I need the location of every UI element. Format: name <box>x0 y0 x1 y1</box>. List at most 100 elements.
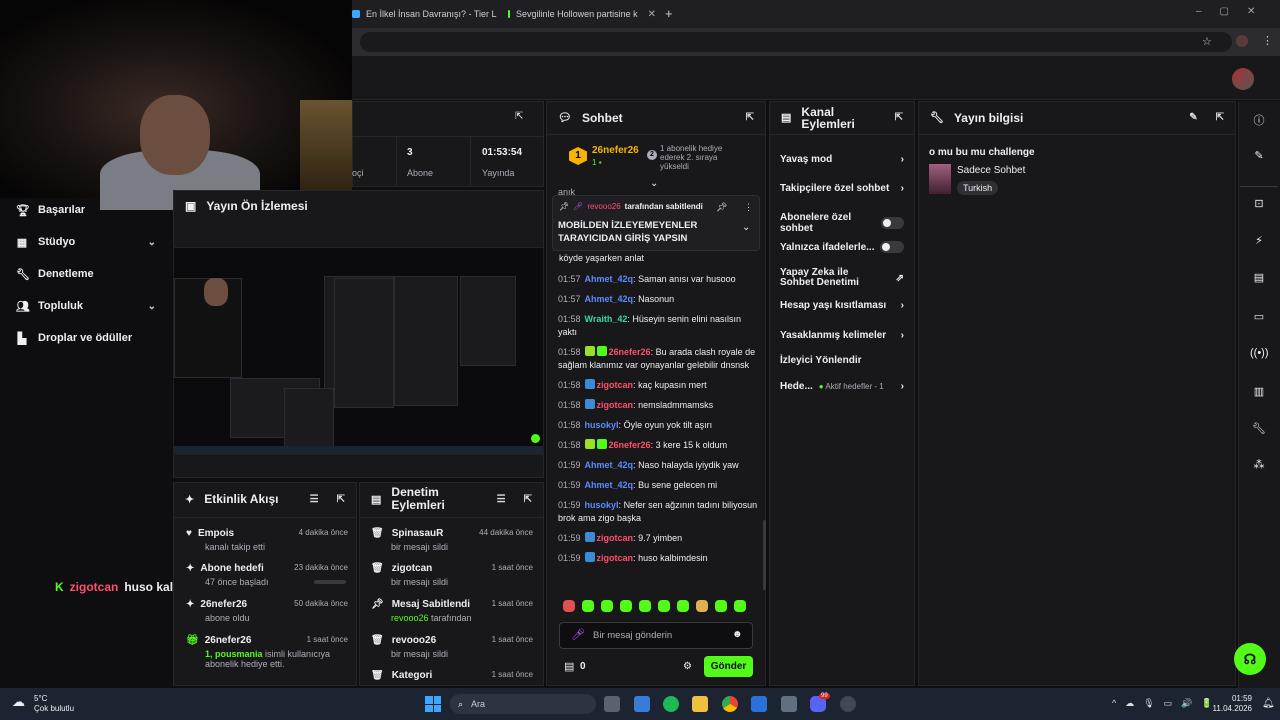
mic-icon[interactable]: 🎤︎ <box>571 628 585 641</box>
emote-icon[interactable] <box>677 600 689 612</box>
clock[interactable]: 01:59 11.04.2026 <box>1208 694 1252 714</box>
browser-tab[interactable]: En İlkel İnsan Davranışı? - Tier L <box>352 4 500 24</box>
popout-icon[interactable]: ⇱ <box>524 494 532 505</box>
browser-menu-icon[interactable]: ⋮ <box>1262 34 1273 47</box>
list-item[interactable]: 🎁︎ 26nefer26 1 saat önce 1, pousmania isi… <box>186 635 348 669</box>
list-item[interactable]: ♥ Empois 4 dakika önce kanalı takip etti <box>186 528 348 552</box>
info-icon[interactable]: ⓘ <box>1250 112 1268 128</box>
filter-icon[interactable]: ☰ <box>310 494 319 505</box>
chat-message[interactable]: 01:58 husokyl: Öyle oyun yok tilt aşırı <box>558 419 758 432</box>
edit-icon[interactable]: ✎ <box>1250 149 1268 162</box>
emote-icon[interactable] <box>734 600 746 612</box>
more-options-icon[interactable]: ⋮ <box>744 202 753 213</box>
list-item[interactable]: 🗑︎ revooo26 1 saat önce bir mesajı sildi <box>371 635 533 659</box>
sidebar-item-community[interactable]: 👥︎ Topluluk ⌄ <box>16 295 156 317</box>
channel-action-item[interactable]: Yapay Zeka ile Sohbet Denetimi ⇗ <box>780 268 904 288</box>
channel-action-item[interactable]: Yalnızca ifadelerle... <box>780 241 904 253</box>
toggle-switch[interactable] <box>880 241 904 253</box>
unpin-icon[interactable]: 📌︎ <box>716 202 727 213</box>
chat-message[interactable]: 01:59 zigotcan: 9.7 yimben <box>558 532 758 545</box>
channel-action-item[interactable]: İzleyici Yönlendir <box>780 355 904 366</box>
sidebar-item-achievements[interactable]: 🏆︎ Başarılar <box>16 199 156 221</box>
emote-icon[interactable] <box>620 600 632 612</box>
layout-icon[interactable]: ▥ <box>1250 385 1268 398</box>
chat-message[interactable]: 01:57 Ahmet_42q: Saman anısı var husooo <box>558 273 758 286</box>
sidebar-item-drops[interactable]: ▙ Droplar ve ödüller <box>16 327 156 349</box>
chevron-down-icon[interactable]: ⌄ <box>650 178 658 189</box>
toggle-switch[interactable] <box>881 217 904 229</box>
list-item[interactable]: ✦ 26nefer26 50 dakika önce abone oldu <box>186 599 348 623</box>
list-item[interactable]: ✦ Abone hedefi 23 dakika önce 47 önce baş… <box>186 563 348 587</box>
emote-icon[interactable] <box>639 600 651 612</box>
chat-message[interactable]: 01:58 zigotcan: nemsladmmamsks <box>558 399 758 412</box>
popout-icon[interactable]: ⇱ <box>515 111 523 122</box>
camera-icon[interactable]: ⊡ <box>1250 197 1268 210</box>
filter-icon[interactable]: ☰ <box>497 494 506 505</box>
send-button[interactable]: Gönder <box>704 656 753 677</box>
app-icon[interactable] <box>840 696 856 712</box>
broadcast-icon[interactable]: ((•)) <box>1250 347 1269 359</box>
apps-icon[interactable]: ⁂ <box>1250 458 1268 471</box>
bookmark-star-icon[interactable]: ☆ <box>1202 35 1212 48</box>
emote-icon[interactable] <box>658 600 670 612</box>
chat-message[interactable]: 01:57 Ahmet_42q: Nasonun <box>558 293 758 306</box>
channel-action-item[interactable]: Yavaş mod › <box>780 154 904 165</box>
list-item[interactable]: 🗑︎ zigotcan 1 saat önce bir mesajı sildi <box>371 563 533 587</box>
chat-message[interactable]: 01:58 zigotcan: kaç kupasın mert <box>558 379 758 392</box>
notification-icon[interactable]: 🔔︎ <box>1262 698 1275 709</box>
store-icon[interactable]: ▤ <box>564 660 574 673</box>
taskbar-search[interactable]: ⌕ Ara <box>450 694 596 714</box>
gear-icon[interactable]: ⚙ <box>683 661 692 672</box>
game-icon[interactable] <box>781 696 797 712</box>
chat-message[interactable]: 01:59 Ahmet_42q: Naso halayda iyiydik yaw <box>558 459 758 472</box>
emote-icon[interactable] <box>601 600 613 612</box>
system-tray[interactable]: ^☁🎙▭🔊🔋 <box>1112 698 1222 709</box>
chat-message[interactable]: 01:59 husokyl: Nefer sen ağzının tadını b… <box>558 499 758 525</box>
scrollbar[interactable] <box>763 520 766 590</box>
spotify-icon[interactable] <box>663 696 679 712</box>
popout-icon[interactable]: ⇱ <box>337 494 345 505</box>
popout-icon[interactable]: ⇱ <box>1216 112 1224 123</box>
stream-preview[interactable] <box>173 247 544 455</box>
list-item[interactable]: 📌︎ Mesaj Sabitlendi 1 saat önce revooo26 … <box>371 599 533 623</box>
close-tab-icon[interactable]: ✕ <box>648 9 656 20</box>
list-item[interactable]: 🗑︎ SpinasauR 44 dakika önce bir mesajı si… <box>371 528 533 552</box>
chat-message[interactable]: 01:58 26nefer26: Bu arada clash royale de… <box>558 346 758 372</box>
avatar[interactable] <box>1232 68 1254 90</box>
wrench-icon[interactable]: 🔧︎ <box>1250 422 1268 435</box>
channel-action-item[interactable]: Abonelere özel sohbet <box>780 212 904 234</box>
emote-icon[interactable] <box>696 600 708 612</box>
store-icon[interactable] <box>634 696 650 712</box>
chrome-icon[interactable] <box>722 696 738 712</box>
chat-message[interactable]: 01:58 26nefer26: 3 kere 15 k oldum <box>558 439 758 452</box>
support-button[interactable]: ☊ <box>1234 643 1266 675</box>
document-icon[interactable]: ▤ <box>1250 271 1268 284</box>
chat-message[interactable]: 01:58 Wraith_42: Hüseyin senin elini nası… <box>558 313 758 339</box>
weather-widget[interactable]: 5°C Çok bulutlu <box>34 694 74 714</box>
browser-tab[interactable]: Sevgilinle Hollowen partisine k ✕ <box>508 4 656 24</box>
list-item[interactable]: 🗑︎ Kategori 1 saat önce <box>371 670 533 684</box>
window-controls[interactable]: –▢✕ <box>1196 6 1273 17</box>
chat-message[interactable]: 01:59 zigotcan: huso kalbimdesin <box>558 552 758 565</box>
popout-icon[interactable]: ⇱ <box>746 112 754 123</box>
new-tab-button[interactable]: + <box>665 6 673 21</box>
mail-icon[interactable] <box>751 696 767 712</box>
channel-action-item[interactable]: Takipçilere özel sohbet › <box>780 183 904 194</box>
edit-icon[interactable]: ✎ <box>1189 112 1197 123</box>
browser-profile-icon[interactable] <box>1236 35 1248 47</box>
popout-icon[interactable]: ⇱ <box>895 112 903 123</box>
sidebar-item-moderation[interactable]: 🔧︎ Denetleme <box>16 263 156 285</box>
url-input[interactable] <box>360 32 1232 52</box>
windows-start-icon[interactable] <box>425 696 441 712</box>
chat-message[interactable]: 01:59 Ahmet_42q: Bu sene gelecen mi <box>558 479 758 492</box>
emote-icon[interactable] <box>582 600 594 612</box>
emote-icon[interactable] <box>715 600 727 612</box>
channel-action-item[interactable]: Yasaklanmış kelimeler › <box>780 330 904 341</box>
task-view-icon[interactable] <box>604 696 620 712</box>
sidebar-item-studio[interactable]: ▦ Stüdyo ⌄ <box>16 231 156 253</box>
chat-icon[interactable]: ▭ <box>1250 310 1268 323</box>
emote-icon[interactable] <box>563 600 575 612</box>
lightning-icon[interactable]: ⚡︎ <box>1250 234 1268 247</box>
leader-name[interactable]: 26nefer26 <box>592 145 639 156</box>
emoji-icon[interactable]: ☻ <box>732 629 743 640</box>
